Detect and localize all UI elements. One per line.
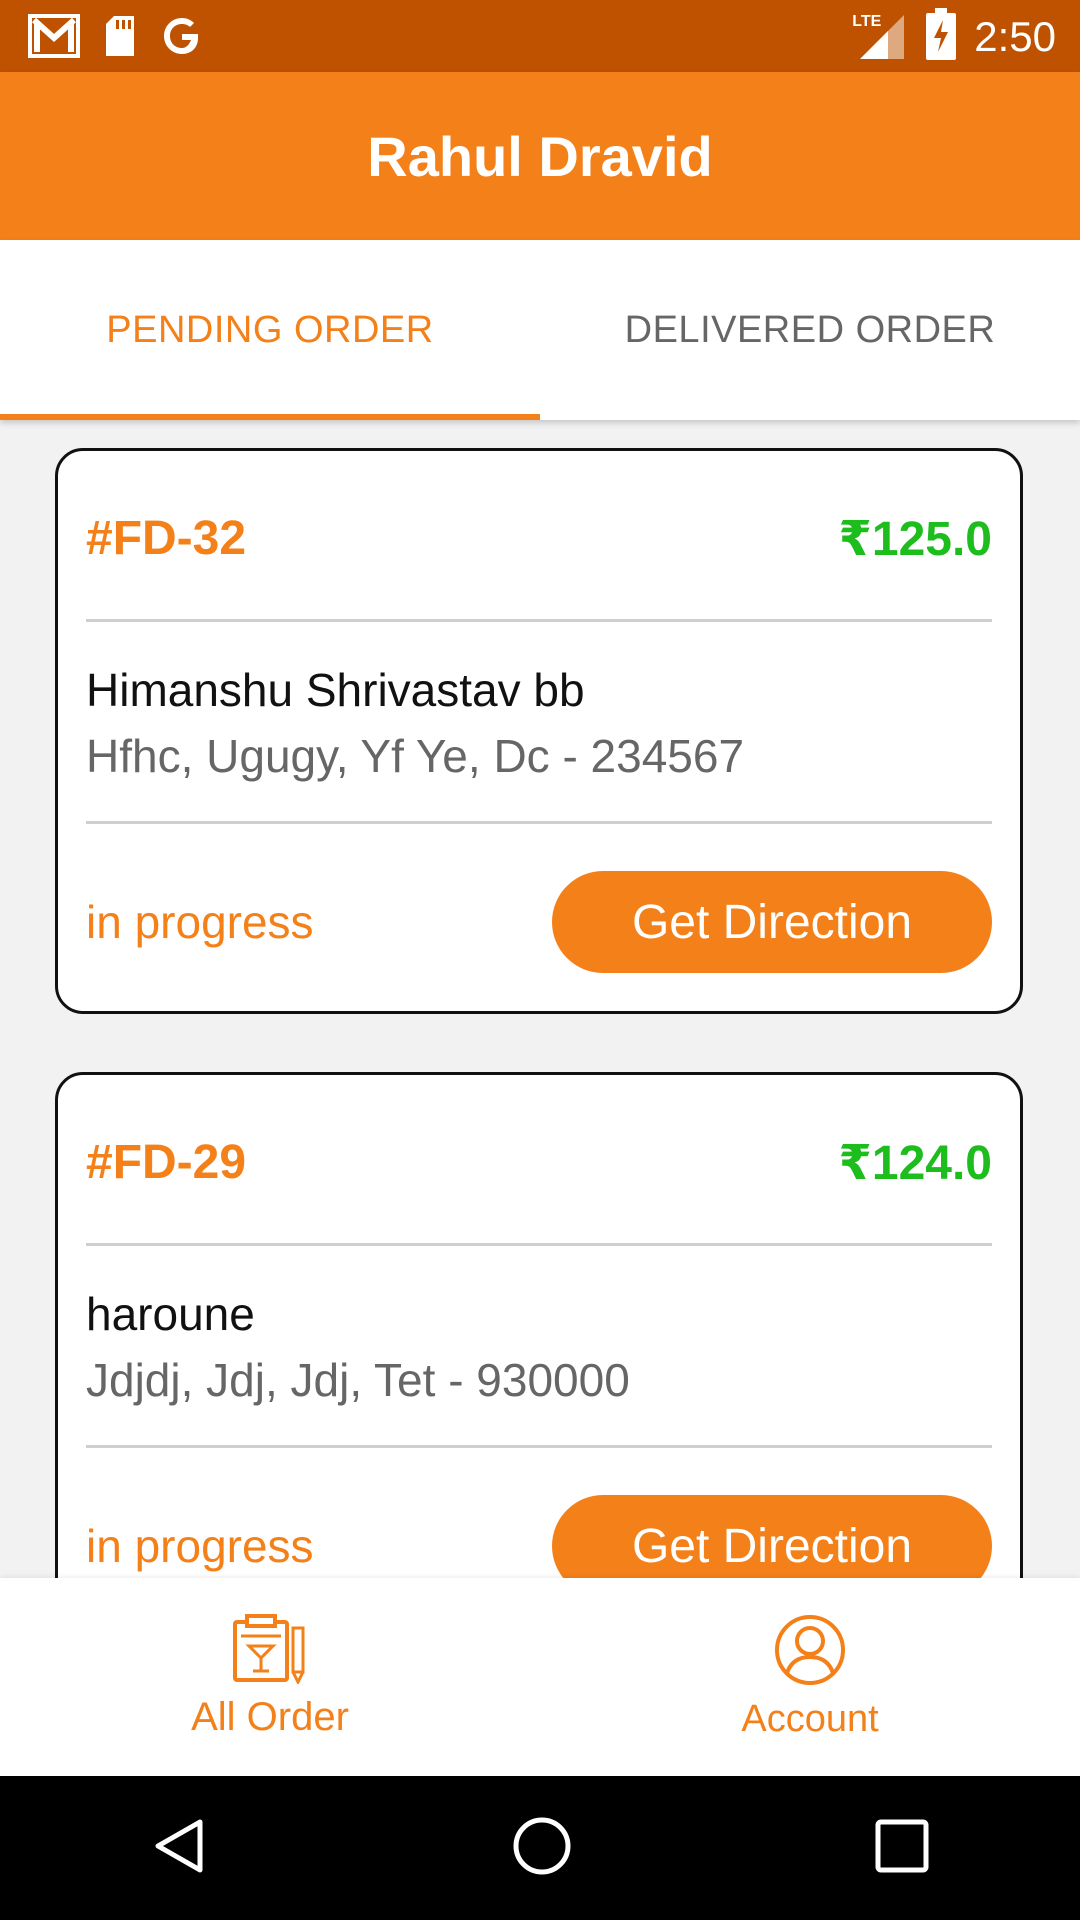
order-clipboard-icon: [231, 1614, 309, 1689]
battery-charging-icon: [926, 8, 957, 65]
order-amount: ₹125.0: [838, 513, 992, 566]
divider: [86, 821, 992, 824]
system-navigation-bar: [0, 1776, 1080, 1920]
customer-name: haroune: [86, 1288, 255, 1340]
order-list[interactable]: #FD-32 ₹125.0 Himanshu Shrivastav bb Hfh…: [0, 420, 1080, 1578]
customer-address: Hfhc, Ugugy, Yf Ye, Dc - 234567: [86, 730, 745, 782]
order-card[interactable]: #FD-32 ₹125.0 Himanshu Shrivastav bb Hfh…: [55, 448, 1023, 1014]
get-direction-button[interactable]: Get Direction: [552, 1495, 992, 1578]
order-status: in progress: [86, 896, 314, 948]
tab-label: PENDING ORDER: [106, 308, 434, 351]
page-title: Rahul Dravid: [367, 124, 713, 188]
google-icon: [160, 14, 204, 63]
nav-all-order[interactable]: All Order: [0, 1578, 540, 1776]
tab-label: DELIVERED ORDER: [624, 308, 996, 351]
nav-label: All Order: [191, 1695, 349, 1739]
divider: [86, 619, 992, 622]
nav-account[interactable]: Account: [540, 1578, 1080, 1776]
divider: [86, 1243, 992, 1246]
account-circle-icon: [773, 1613, 847, 1692]
clock: 2:50: [974, 12, 1056, 60]
customer-name: Himanshu Shrivastav bb: [86, 664, 585, 716]
bottom-navigation: All Order Account: [0, 1578, 1080, 1776]
gmail-icon: [28, 14, 80, 63]
nav-label: Account: [741, 1698, 879, 1740]
app-bar: Rahul Dravid: [0, 72, 1080, 240]
order-id: #FD-29: [86, 1136, 247, 1189]
order-status: in progress: [86, 1520, 314, 1572]
order-card[interactable]: #FD-29 ₹124.0 haroune Jdjdj, Jdj, Jdj, T…: [55, 1072, 1023, 1578]
tab-delivered-order[interactable]: DELIVERED ORDER: [540, 240, 1080, 420]
back-icon[interactable]: [150, 1816, 210, 1881]
home-icon[interactable]: [511, 1815, 573, 1882]
signal-icon: LTE: [852, 11, 908, 63]
sd-card-icon: [102, 14, 138, 63]
tab-pending-order[interactable]: PENDING ORDER: [0, 240, 540, 420]
status-bar: LTE 2:50: [0, 0, 1080, 72]
order-amount: ₹124.0: [838, 1137, 992, 1190]
order-id: #FD-32: [86, 512, 247, 565]
get-direction-button[interactable]: Get Direction: [552, 871, 992, 973]
customer-address: Jdjdj, Jdj, Jdj, Tet - 930000: [86, 1354, 630, 1406]
divider: [86, 1445, 992, 1448]
recents-icon[interactable]: [874, 1818, 930, 1879]
tab-bar: PENDING ORDER DELIVERED ORDER: [0, 240, 1080, 420]
